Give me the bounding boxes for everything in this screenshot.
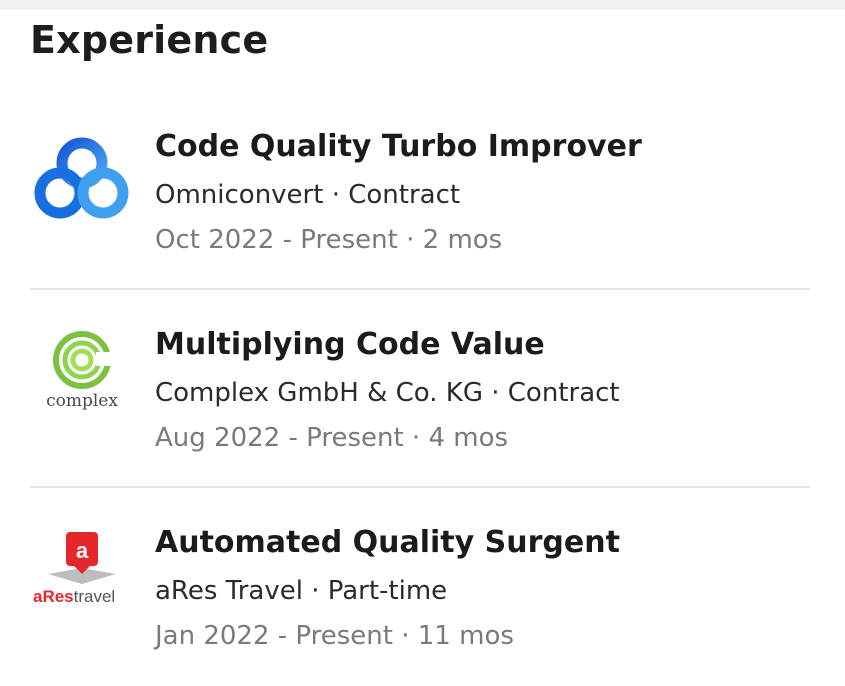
experience-item-ares-travel[interactable]: a aRestravel Automated Quality Surgent a… [0,488,845,686]
complex-logo-icon[interactable]: complex [30,322,134,426]
experience-dates: Aug 2022 - Present · 4 mos [155,423,509,453]
experience-company: aRes Travel · Part-time [155,576,448,606]
ares-logo-badge: a [76,538,89,563]
experience-dates: Oct 2022 - Present · 2 mos [155,225,503,255]
experience-item-omniconvert[interactable]: Code Quality Turbo Improver Omniconvert … [0,110,845,308]
complex-logo-text: complex [46,391,118,411]
experience-company: Complex GmbH & Co. KG · Contract [155,378,620,408]
experience-title[interactable]: Automated Quality Surgent [155,523,620,563]
experience-title[interactable]: Code Quality Turbo Improver [155,127,642,167]
omniconvert-logo-icon[interactable] [30,130,134,234]
experience-dates: Jan 2022 - Present · 11 mos [155,621,514,651]
top-divider [0,0,845,9]
experience-item-complex[interactable]: complex Multiplying Code Value Complex G… [0,290,845,488]
ares-logo-wordmark: aRestravel [33,587,115,606]
experience-company: Omniconvert · Contract [155,180,461,210]
experience-title[interactable]: Multiplying Code Value [155,325,620,365]
section-title: Experience [30,18,269,62]
ares-travel-logo-icon[interactable]: a aRestravel [30,522,134,626]
